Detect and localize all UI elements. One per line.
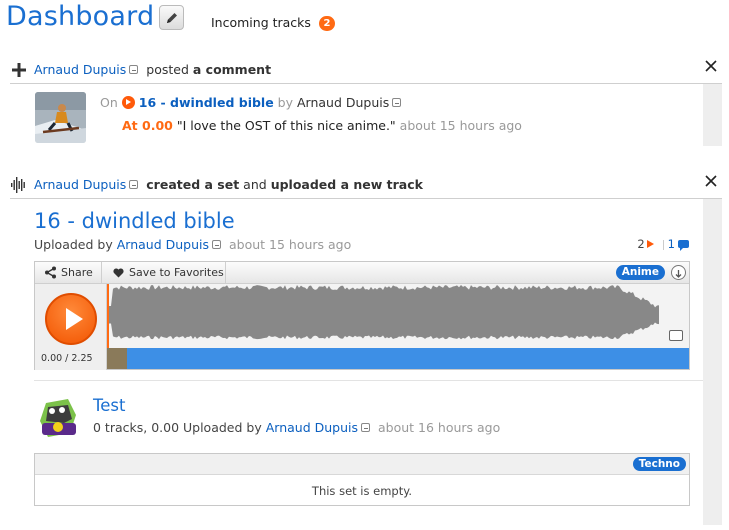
divider — [10, 198, 722, 199]
waveform-icon — [11, 177, 25, 193]
waveform[interactable] — [107, 284, 689, 348]
play-count-icon — [646, 240, 654, 248]
activity-user-link[interactable]: Arnaud Dupuis — [34, 177, 126, 192]
activity-user-link[interactable]: Arnaud Dupuis — [34, 62, 126, 77]
activity-verb: posted — [146, 62, 189, 77]
set-upload-info: 0 tracks, 0.00 Uploaded by Arnaud Dupuis… — [93, 420, 501, 435]
track-stats: 21 — [637, 237, 689, 251]
set-user-link[interactable]: Arnaud Dupuis — [266, 420, 358, 435]
comment-avatar-marker[interactable] — [107, 348, 127, 369]
right-gutter — [703, 84, 722, 146]
save-to-favorites-button[interactable]: Save to Favorites — [102, 262, 226, 284]
set-player-toolbar: Techno — [35, 454, 689, 475]
genre-tag-anime[interactable]: Anime — [615, 265, 665, 280]
follow-toggle-icon[interactable] — [361, 423, 370, 432]
set-title-link[interactable]: Test — [93, 396, 126, 415]
comments-timeline-bar[interactable] — [107, 348, 689, 369]
set-time: about 16 hours ago — [377, 420, 501, 435]
edit-dashboard-button[interactable] — [159, 5, 184, 30]
genre-tag-techno[interactable]: Techno — [632, 457, 686, 471]
plus-icon — [12, 63, 26, 77]
close-icon[interactable] — [704, 174, 718, 188]
heart-icon — [113, 268, 124, 278]
close-icon[interactable] — [704, 59, 718, 73]
track-user-link[interactable]: Arnaud Dupuis — [297, 95, 389, 110]
follow-toggle-icon[interactable] — [129, 180, 139, 189]
track-time: about 15 hours ago — [228, 237, 352, 252]
track-artwork-thumbnail[interactable] — [35, 92, 86, 143]
set-empty-message: This set is empty. — [311, 484, 413, 498]
set-artwork-thumbnail[interactable] — [34, 393, 82, 441]
track-title-link[interactable]: 16 - dwindled bible — [139, 95, 274, 110]
right-gutter — [703, 199, 722, 525]
play-count: 2 — [637, 237, 645, 251]
download-icon[interactable] — [671, 265, 686, 280]
divider — [34, 380, 703, 381]
follow-toggle-icon[interactable] — [392, 98, 402, 107]
track-title-link[interactable]: 16 - dwindled bible — [34, 209, 235, 233]
track-user-link[interactable]: Arnaud Dupuis — [117, 237, 209, 252]
comment-time: about 15 hours ago — [399, 118, 522, 133]
follow-toggle-icon[interactable] — [212, 240, 221, 249]
comment-text: "I love the OST of this nice anime." — [176, 118, 396, 133]
incoming-tracks-count-badge: 2 — [319, 16, 335, 31]
incoming-tracks-link[interactable]: Incoming tracks — [211, 15, 311, 30]
play-button[interactable] — [45, 293, 97, 345]
pencil-icon — [166, 12, 177, 23]
play-small-icon[interactable] — [121, 96, 135, 109]
share-button[interactable]: Share — [35, 262, 102, 284]
activity-header-set: Arnaud Dupuis created a set and uploaded… — [10, 172, 722, 199]
play-control-area: 0.00 / 2.25 — [35, 284, 107, 370]
comment-body: At 0.00 "I love the OST of this nice ani… — [122, 118, 522, 133]
page-title: Dashboard — [6, 1, 155, 32]
activity-object: a comment — [192, 62, 272, 77]
time-display: 0.00 / 2.25 — [41, 353, 93, 364]
track-upload-info: Uploaded by Arnaud Dupuis about 15 hours… — [34, 237, 352, 252]
share-icon — [45, 266, 56, 279]
comment-count-icon — [678, 240, 689, 251]
divider — [662, 239, 664, 250]
activity-header-comment: Arnaud Dupuis posted a comment — [10, 57, 722, 84]
comment-count[interactable]: 1 — [668, 237, 675, 251]
waveform-shape — [107, 285, 659, 340]
activity-verb-uploaded: uploaded a new track — [270, 177, 423, 192]
follow-toggle-icon[interactable] — [129, 65, 139, 74]
comment-timestamp[interactable]: At 0.00 — [122, 118, 173, 133]
player-toolbar: Share Save to Favorites Anime — [35, 262, 689, 284]
audio-player: Share Save to Favorites Anime 0.00 / 2.2… — [34, 261, 690, 370]
comment-context: On 16 - dwindled bible by Arnaud Dupuis — [100, 94, 405, 110]
add-comment-icon[interactable] — [669, 330, 683, 341]
set-player-box: Techno This set is empty. — [34, 453, 690, 506]
divider — [10, 83, 722, 84]
activity-verb-created: created a set — [146, 177, 240, 192]
